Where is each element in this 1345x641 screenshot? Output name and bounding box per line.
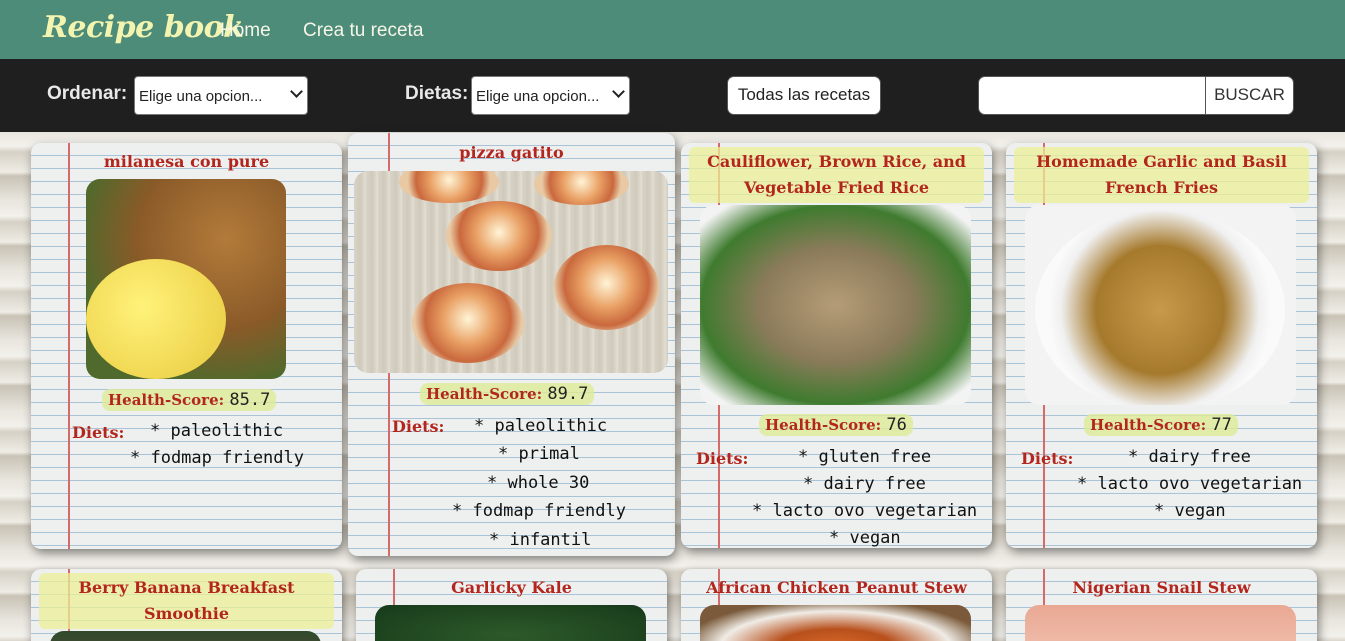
filter-toolbar: Ordenar: Elige una opcion... Dietas: Eli… <box>0 59 1345 132</box>
diets-label: Diets: <box>696 449 749 468</box>
recipe-title-line: French Fries <box>1104 178 1219 197</box>
recipe-image[interactable] <box>375 605 646 641</box>
diets-filter-label: Dietas: <box>405 83 469 104</box>
recipe-image[interactable] <box>700 205 971 405</box>
recipe-title-line: Cauliflower, Brown Rice, and <box>707 152 966 171</box>
diet-item: * fodmap friendly <box>130 448 304 468</box>
diet-item: * gluten free <box>798 447 932 467</box>
health-score: Health-Score: 89.7 <box>420 383 595 405</box>
search-button[interactable]: BUSCAR <box>1205 76 1294 115</box>
recipe-title[interactable]: Garlicky Kale <box>356 575 667 601</box>
diets-label: Diets: <box>1021 449 1074 468</box>
recipe-card[interactable]: Garlicky Kale <box>356 569 667 641</box>
health-score: Health-Score: 76 <box>759 414 913 436</box>
health-score-label: Health-Score: <box>426 385 543 403</box>
diet-item: * vegan <box>1154 501 1226 521</box>
health-score-label: Health-Score: <box>765 416 882 434</box>
health-score-label: Health-Score: <box>108 391 225 409</box>
diet-item: * paleolithic <box>474 416 608 436</box>
diet-item: * paleolithic <box>150 421 284 441</box>
order-select[interactable]: Elige una opcion... <box>134 76 308 115</box>
recipe-title[interactable]: milanesa con pure <box>31 149 342 175</box>
recipe-card[interactable]: African Chicken Peanut Stew <box>681 569 992 641</box>
recipe-title[interactable]: Homemade Garlic and Basil French Fries <box>1006 149 1317 201</box>
recipe-card[interactable]: Homemade Garlic and Basil French Fries H… <box>1006 143 1317 548</box>
recipe-title-line: Smoothie <box>143 604 230 623</box>
chevron-down-icon <box>612 85 625 98</box>
recipe-image-detail <box>86 259 226 379</box>
health-score-value: 89.7 <box>547 384 589 404</box>
recipe-image[interactable] <box>86 179 286 379</box>
recipe-title-line: Vegetable Fried Rice <box>743 178 930 197</box>
recipe-title-line: Homemade Garlic and Basil <box>1036 152 1287 171</box>
recipe-title-line: Berry Banana Breakfast <box>78 578 295 597</box>
search-input[interactable] <box>978 76 1206 115</box>
diet-item: * dairy free <box>1128 447 1251 467</box>
recipe-image[interactable] <box>1025 605 1296 641</box>
nav-link-create-recipe[interactable]: Crea tu receta <box>303 20 423 42</box>
health-score: Health-Score: 85.7 <box>102 389 277 411</box>
pizza-shape <box>554 245 659 330</box>
recipe-title[interactable]: pizza gatito <box>348 140 675 166</box>
recipe-image[interactable] <box>700 605 971 641</box>
recipe-title[interactable]: Berry Banana Breakfast Smoothie <box>31 575 342 627</box>
health-score-label: Health-Score: <box>1090 416 1207 434</box>
diets-label: Diets: <box>392 417 445 436</box>
order-select-value: Elige una opcion... <box>139 88 263 105</box>
diet-item: * fodmap friendly <box>452 501 626 521</box>
pizza-shape <box>534 171 629 205</box>
diet-item: * infantil <box>489 530 592 550</box>
diet-item: * lacto ovo vegetarian <box>1077 474 1303 494</box>
recipe-card[interactable]: milanesa con pure Health-Score: 85.7 Die… <box>31 143 342 549</box>
health-score-value: 77 <box>1211 415 1232 435</box>
health-score-value: 85.7 <box>229 390 271 410</box>
recipe-title[interactable]: Nigerian Snail Stew <box>1006 575 1317 601</box>
recipe-title[interactable]: Cauliflower, Brown Rice, and Vegetable F… <box>681 149 992 201</box>
diet-item: * whole 30 <box>487 473 590 493</box>
order-label: Ordenar: <box>47 83 128 104</box>
all-recipes-button[interactable]: Todas las recetas <box>727 76 881 115</box>
brand-logo[interactable]: Recipe book <box>43 10 244 45</box>
diets-select-value: Elige una opcion... <box>476 88 600 105</box>
margin-line <box>68 143 70 549</box>
nav-link-home[interactable]: Home <box>220 20 271 42</box>
diet-item: * primal <box>498 444 580 464</box>
pizza-shape <box>399 171 499 203</box>
diets-select[interactable]: Elige una opcion... <box>471 76 630 115</box>
recipe-image[interactable] <box>354 171 668 373</box>
health-score-value: 76 <box>886 415 907 435</box>
recipe-image[interactable] <box>50 631 321 641</box>
chevron-down-icon <box>290 85 303 98</box>
diet-item: * vegan <box>829 528 901 548</box>
recipe-card[interactable]: pizza gatito Health-Score: 89.7 Diets: *… <box>348 133 675 556</box>
diets-label: Diets: <box>72 423 125 442</box>
health-score: Health-Score: 77 <box>1084 414 1238 436</box>
diet-item: * dairy free <box>803 474 926 494</box>
pizza-shape <box>446 201 552 271</box>
recipe-card[interactable]: Berry Banana Breakfast Smoothie <box>31 569 342 641</box>
recipe-image-detail <box>1035 210 1285 405</box>
diet-item: * lacto ovo vegetarian <box>752 501 978 521</box>
recipe-image[interactable] <box>1025 205 1296 405</box>
recipe-card[interactable]: Nigerian Snail Stew <box>1006 569 1317 641</box>
recipe-title[interactable]: African Chicken Peanut Stew <box>681 575 992 601</box>
navbar: Recipe book Home Crea tu receta <box>0 0 1345 59</box>
pizza-shape <box>412 283 524 363</box>
recipe-card[interactable]: Cauliflower, Brown Rice, and Vegetable F… <box>681 143 992 548</box>
